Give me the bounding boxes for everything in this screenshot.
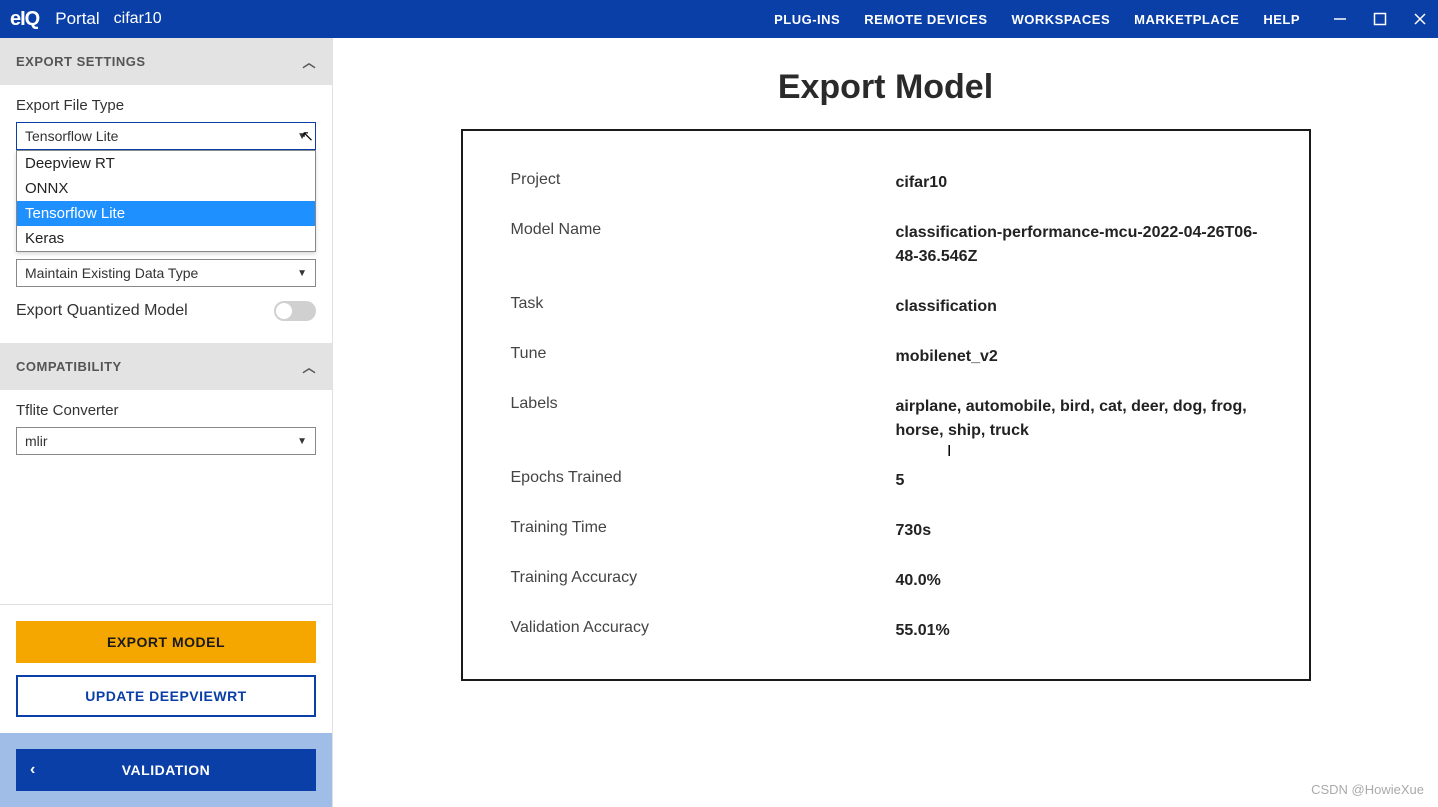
content-area: Export Model Projectcifar10 Model Namecl… [333, 38, 1438, 807]
nav-remote-devices[interactable]: REMOTE DEVICES [852, 12, 999, 27]
info-label: Training Time [511, 519, 896, 537]
app-logo: eIQ [10, 8, 39, 31]
compatibility-label: COMPATIBILITY [16, 359, 122, 374]
export-model-button[interactable]: EXPORT MODEL [16, 621, 316, 663]
validation-label: VALIDATION [122, 762, 210, 778]
project-name: cifar10 [114, 10, 162, 28]
info-value: 5 [896, 469, 1261, 493]
info-row-task: Taskclassification [511, 295, 1261, 319]
export-settings-header[interactable]: EXPORT SETTINGS ︿ [0, 38, 332, 85]
toggle-knob [276, 303, 292, 319]
chevron-up-icon: ︿ [302, 357, 316, 376]
chevron-down-icon: ▼ [297, 268, 307, 279]
tflite-converter-select[interactable]: mlir ▼ [16, 427, 316, 455]
info-row-validation-accuracy: Validation Accuracy55.01% [511, 619, 1261, 643]
update-deepviewrt-button[interactable]: UPDATE DEEPVIEWRT [16, 675, 316, 717]
info-value: airplane, automobile, bird, cat, deer, d… [896, 395, 1261, 443]
sidebar: EXPORT SETTINGS ︿ Export File Type Tenso… [0, 38, 333, 807]
info-row-tune: Tunemobilenet_v2 [511, 345, 1261, 369]
export-file-type-label: Export File Type [16, 97, 316, 114]
info-label: Training Accuracy [511, 569, 896, 587]
info-value: 40.0% [896, 569, 1261, 593]
chevron-left-icon: ‹ [30, 761, 36, 779]
quantized-toggle-label: Export Quantized Model [16, 302, 188, 320]
info-value: mobilenet_v2 [896, 345, 1261, 369]
quantized-toggle[interactable] [274, 301, 316, 321]
info-row-training-time: Training Time730s [511, 519, 1261, 543]
export-settings-label: EXPORT SETTINGS [16, 54, 146, 69]
titlebar: eIQ Portal cifar10 PLUG-INS REMOTE DEVIC… [0, 0, 1438, 38]
info-row-epochs: Epochs Trained5 [511, 469, 1261, 493]
chevron-up-icon: ︿ [302, 52, 316, 71]
export-data-type-value: Maintain Existing Data Type [25, 265, 198, 281]
export-file-type-select[interactable]: Tensorflow Lite ▼ [16, 122, 316, 150]
info-label: Epochs Trained [511, 469, 896, 487]
portal-label: Portal [55, 9, 99, 29]
nav-workspaces[interactable]: WORKSPACES [1000, 12, 1123, 27]
action-area: EXPORT MODEL UPDATE DEEPVIEWRT [0, 604, 332, 733]
chevron-down-icon: ▼ [297, 131, 307, 142]
chevron-down-icon: ▼ [297, 436, 307, 447]
minimize-button[interactable] [1332, 11, 1348, 27]
info-label: Model Name [511, 221, 896, 239]
tflite-converter-value: mlir [25, 433, 48, 449]
info-label: Project [511, 171, 896, 189]
info-value: cifar10 [896, 171, 1261, 195]
info-label: Tune [511, 345, 896, 363]
page-title: Export Model [393, 68, 1378, 107]
export-data-type-select[interactable]: Maintain Existing Data Type ▼ [16, 259, 316, 287]
nav-marketplace[interactable]: MARKETPLACE [1122, 12, 1251, 27]
nav-help[interactable]: HELP [1251, 12, 1312, 27]
info-row-model-name: Model Nameclassification-performance-mcu… [511, 221, 1261, 269]
info-label: Labels [511, 395, 896, 413]
info-row-labels: Labelsairplane, automobile, bird, cat, d… [511, 395, 1261, 443]
maximize-button[interactable] [1372, 11, 1388, 27]
close-button[interactable] [1412, 11, 1428, 27]
dropdown-option-onnx[interactable]: ONNX [17, 176, 315, 201]
watermark: CSDN @HowieXue [1311, 782, 1424, 797]
footer-nav: ‹ VALIDATION [0, 733, 332, 807]
export-file-type-dropdown: Deepview RT ONNX Tensorflow Lite Keras [16, 150, 316, 252]
info-value: classification [896, 295, 1261, 319]
info-row-training-accuracy: Training Accuracy40.0% [511, 569, 1261, 593]
dropdown-option-tflite[interactable]: Tensorflow Lite [17, 201, 315, 226]
info-label: Validation Accuracy [511, 619, 896, 637]
info-label: Task [511, 295, 896, 313]
info-value: 55.01% [896, 619, 1261, 643]
nav-plugins[interactable]: PLUG-INS [762, 12, 852, 27]
dropdown-option-deepview[interactable]: Deepview RT [17, 151, 315, 176]
dropdown-option-keras[interactable]: Keras [17, 226, 315, 251]
info-value: 730s [896, 519, 1261, 543]
export-file-type-value: Tensorflow Lite [25, 128, 118, 144]
export-info-card: Projectcifar10 Model Nameclassification-… [461, 129, 1311, 681]
info-row-project: Projectcifar10 [511, 171, 1261, 195]
compatibility-header[interactable]: COMPATIBILITY ︿ [0, 343, 332, 390]
tflite-converter-label: Tflite Converter [16, 402, 316, 419]
info-value: classification-performance-mcu-2022-04-2… [896, 221, 1261, 269]
validation-button[interactable]: ‹ VALIDATION [16, 749, 316, 791]
